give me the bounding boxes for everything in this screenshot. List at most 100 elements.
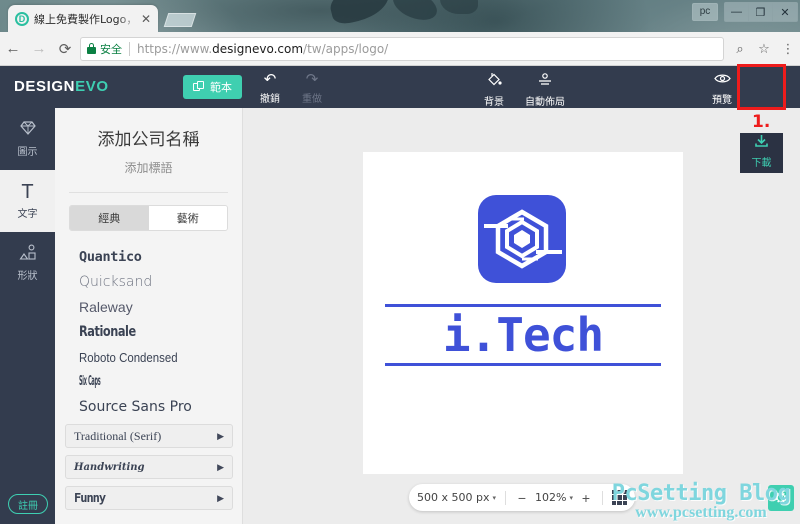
secure-label: 安全 <box>100 42 122 56</box>
annotation-step-number: 1. <box>752 112 771 132</box>
list-item[interactable]: Six Caps <box>79 364 169 402</box>
left-rail: 圖示 T 文字 形狀 註冊 <box>0 108 55 524</box>
auto-layout-button[interactable]: 自動佈局 <box>516 72 574 108</box>
text-panel: 添加公司名稱 添加標語 經典 藝術 Quantico Quicksand Ral… <box>55 108 243 524</box>
url-prefix: https://www. <box>137 41 213 56</box>
sidebar-item-icons-label: 圖示 <box>17 147 38 158</box>
undo-label: 撤銷 <box>260 94 280 105</box>
app-logo[interactable]: DESIGNEVO <box>14 78 109 95</box>
window-close-button[interactable]: ✕ <box>773 3 797 21</box>
logo-canvas[interactable]: i.Tech <box>363 152 683 474</box>
redo-label: 重做 <box>302 94 322 105</box>
template-icon <box>193 81 205 93</box>
category-handwriting[interactable]: Handwriting ▶ <box>65 455 233 479</box>
logo-rule-top <box>385 304 661 307</box>
forward-arrow-icon[interactable]: → <box>26 40 52 57</box>
logo-mark[interactable] <box>478 195 566 283</box>
background-button[interactable]: 背景 <box>472 72 516 108</box>
gear-icon: ⚙ <box>774 490 788 507</box>
auto-layout-icon <box>537 72 553 91</box>
logo-wordmark: i.Tech <box>442 308 604 362</box>
url-path: /tw/apps/logo/ <box>303 41 389 56</box>
list-item[interactable]: Rationale <box>79 320 226 345</box>
diamond-icon <box>19 120 37 140</box>
background-label: 背景 <box>484 97 504 108</box>
auto-layout-label: 自動佈局 <box>525 97 565 108</box>
chevron-right-icon: ▶ <box>217 430 224 441</box>
logo-text-group[interactable]: i.Tech <box>385 304 661 366</box>
window-app-badge: pc <box>692 3 718 21</box>
redo-icon: ↷ <box>305 71 319 88</box>
window-controls: — ❐ ✕ <box>724 2 798 22</box>
address-bar[interactable]: 安全 https://www.designevo.com/tw/apps/log… <box>80 36 724 61</box>
tab-classic[interactable]: 經典 <box>70 206 149 230</box>
signup-button[interactable]: 註冊 <box>8 494 48 514</box>
window-minimize-button[interactable]: — <box>725 3 749 21</box>
preview-button[interactable]: 預覽 <box>700 72 744 106</box>
font-style-tabs: 經典 藝術 <box>69 205 228 231</box>
category-label: Handwriting <box>74 461 145 473</box>
list-item[interactable]: Quicksand <box>79 270 242 295</box>
canvas-bottom-bar: 500 x 500 px ▾ − 102% ▾ + <box>409 484 635 511</box>
window-maximize-button[interactable]: ❐ <box>749 3 773 21</box>
back-arrow-icon[interactable]: ← <box>0 40 26 57</box>
bookmark-star-icon[interactable]: ☆ <box>752 41 776 57</box>
chevron-down-icon: ▾ <box>569 493 573 502</box>
chevron-down-icon: ▾ <box>492 493 496 502</box>
category-label: Funny <box>74 491 106 505</box>
zoom-level-label: 102% <box>535 491 567 504</box>
sidebar-item-text[interactable]: T 文字 <box>0 170 55 232</box>
sidebar-item-shapes[interactable]: 形狀 <box>0 232 55 294</box>
app-logo-accent: EVO <box>75 78 109 95</box>
zoom-in-button[interactable]: + <box>579 490 593 506</box>
zoom-level-dropdown[interactable]: 102% ▾ <box>535 491 573 504</box>
download-button[interactable]: 下載 <box>740 133 783 173</box>
canvas-size-dropdown[interactable]: 500 x 500 px ▾ <box>417 491 496 504</box>
address-bar-url: https://www.designevo.com/tw/apps/logo/ <box>137 42 388 56</box>
grid-icon[interactable] <box>611 490 627 505</box>
omnibox-divider <box>129 41 130 56</box>
redo-button[interactable]: ↷ 重做 <box>290 71 334 106</box>
chevron-right-icon: ▶ <box>217 461 224 472</box>
panel-divider <box>69 192 228 193</box>
editor-stage[interactable]: i.Tech <box>243 108 800 524</box>
add-company-name-button[interactable]: 添加公司名稱 <box>55 125 242 150</box>
preview-label: 預覽 <box>712 95 732 106</box>
canvas-size-label: 500 x 500 px <box>417 491 490 504</box>
font-category-list: Traditional (Serif) ▶ Handwriting ▶ Funn… <box>65 424 233 517</box>
os-window: pc — ❐ ✕ D 線上免費製作Logo，定… ✕ ← → ⟳ 安全 http… <box>0 0 800 524</box>
settings-gear-button[interactable]: ⚙ <box>768 485 794 511</box>
list-item[interactable]: Raleway <box>79 295 242 320</box>
sidebar-item-shapes-label: 形狀 <box>17 271 38 282</box>
app-logo-main: DESIGN <box>14 78 76 95</box>
sidebar-item-icons[interactable]: 圖示 <box>0 108 55 170</box>
tab-artistic[interactable]: 藝術 <box>148 206 227 230</box>
os-titlebar: pc — ❐ ✕ <box>0 0 800 26</box>
download-icon <box>753 134 770 152</box>
list-item[interactable]: Quantico <box>79 245 242 270</box>
url-domain: designevo.com <box>212 41 304 56</box>
app-header: DESIGNEVO 範本 ↶ 撤銷 ↷ 重做 背景 自動佈局 預覽 下載 <box>0 66 800 173</box>
sidebar-item-text-label: 文字 <box>17 209 38 220</box>
template-button-label: 範本 <box>210 81 232 94</box>
category-funny[interactable]: Funny ▶ <box>65 486 233 510</box>
bottom-bar-divider <box>601 490 603 505</box>
undo-button[interactable]: ↶ 撤銷 <box>248 72 292 106</box>
lock-icon <box>87 43 96 54</box>
zoom-out-page-icon[interactable]: ⌕ <box>728 41 752 57</box>
chevron-right-icon: ▶ <box>217 492 224 503</box>
eye-icon <box>713 72 731 89</box>
add-slogan-button[interactable]: 添加標語 <box>55 159 242 176</box>
category-label: Traditional (Serif) <box>74 428 162 443</box>
hexagon-logo-icon <box>484 209 562 269</box>
bottom-bar-divider <box>505 490 506 505</box>
browser-toolbar: ← → ⟳ 安全 https://www.designevo.com/tw/ap… <box>0 32 800 66</box>
template-button[interactable]: 範本 <box>183 75 242 99</box>
chrome-menu-icon[interactable]: ⋮ <box>776 41 800 57</box>
paint-bucket-icon <box>486 72 502 91</box>
zoom-out-button[interactable]: − <box>515 490 529 506</box>
logo-rule-bottom <box>385 363 661 366</box>
reload-icon[interactable]: ⟳ <box>52 40 78 58</box>
category-traditional-serif[interactable]: Traditional (Serif) ▶ <box>65 424 233 448</box>
font-list: Quantico Quicksand Raleway Rationale Rob… <box>79 245 242 445</box>
